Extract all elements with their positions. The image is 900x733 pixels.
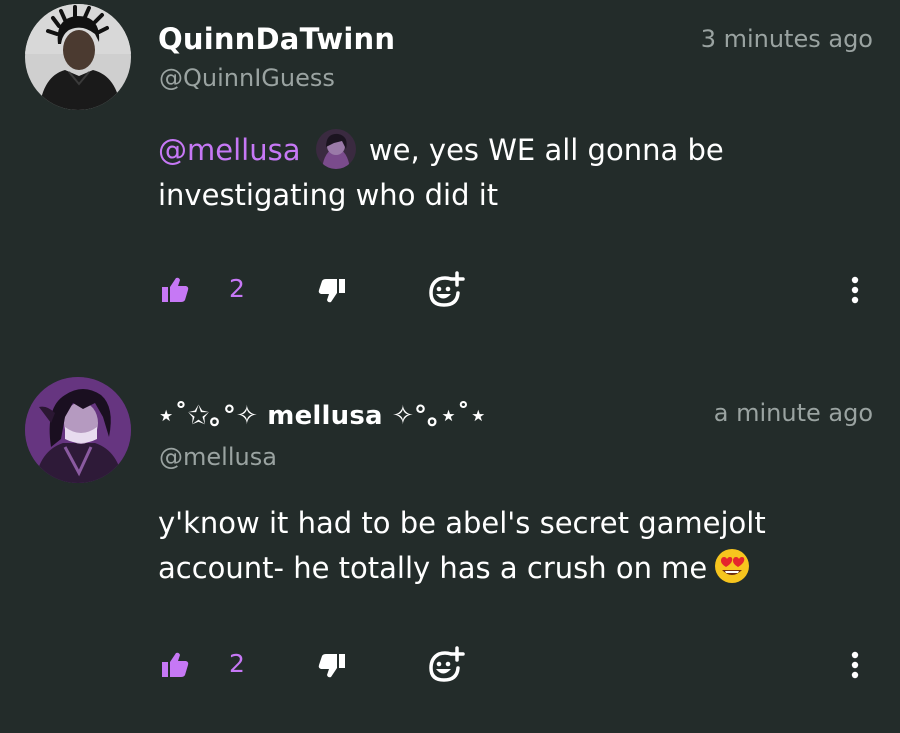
more-options-button[interactable] (845, 645, 865, 685)
comment-item: ⋆˚✩｡°✧ mellusa ✧°｡⋆˚⋆ @mellusa a minute … (0, 373, 900, 733)
like-count: 2 (229, 274, 245, 303)
comment-actions: 2 (0, 270, 900, 310)
thumbs-up-icon (162, 277, 189, 302)
user-avatar[interactable] (25, 377, 131, 483)
heart-eyes-emoji-icon (713, 547, 751, 585)
comment-text-line: account- he totally has a crush on me (158, 551, 708, 585)
display-name[interactable]: QuinnDaTwinn (158, 22, 395, 56)
user-handle[interactable]: @QuinnIGuess (159, 64, 335, 92)
thumbs-up-icon (162, 652, 189, 677)
comment-text-line: y'know it had to be abel's secret gamejo… (158, 506, 766, 540)
timestamp: a minute ago (713, 399, 873, 427)
thumbs-down-icon (318, 654, 345, 678)
comment-body: y'know it had to be abel's secret gamejo… (158, 501, 858, 591)
mention-avatar-icon (315, 129, 356, 169)
display-name[interactable]: ⋆˚✩｡°✧ mellusa ✧°｡⋆˚⋆ (158, 395, 487, 432)
comment-item: QuinnDaTwinn @QuinnIGuess 3 minutes ago … (0, 0, 900, 345)
avatar-photo-icon (25, 4, 131, 110)
dislike-button[interactable] (317, 270, 347, 310)
add-reaction-icon (429, 646, 465, 682)
more-vertical-icon (851, 651, 859, 679)
mention-link[interactable]: @mellusa (158, 133, 310, 167)
add-reaction-button[interactable] (427, 645, 465, 685)
user-handle[interactable]: @mellusa (159, 443, 277, 471)
dislike-button[interactable] (317, 645, 347, 685)
add-reaction-icon (429, 271, 465, 307)
like-button[interactable] (160, 270, 190, 310)
comment-text-line: investigating who did it (158, 178, 499, 212)
comment-text-line: we, yes WE all gonna be (368, 133, 724, 167)
avatar-anime-icon (25, 377, 131, 483)
comment-body: @mellusa we, yes WE all gonna be investi… (158, 128, 858, 218)
more-vertical-icon (851, 276, 859, 304)
timestamp: 3 minutes ago (700, 25, 873, 53)
add-reaction-button[interactable] (427, 270, 465, 310)
more-options-button[interactable] (845, 270, 865, 310)
like-button[interactable] (160, 645, 190, 685)
thumbs-down-icon (318, 279, 345, 303)
comment-actions: 2 (0, 645, 900, 685)
like-count: 2 (229, 649, 245, 678)
user-avatar[interactable] (25, 4, 131, 110)
